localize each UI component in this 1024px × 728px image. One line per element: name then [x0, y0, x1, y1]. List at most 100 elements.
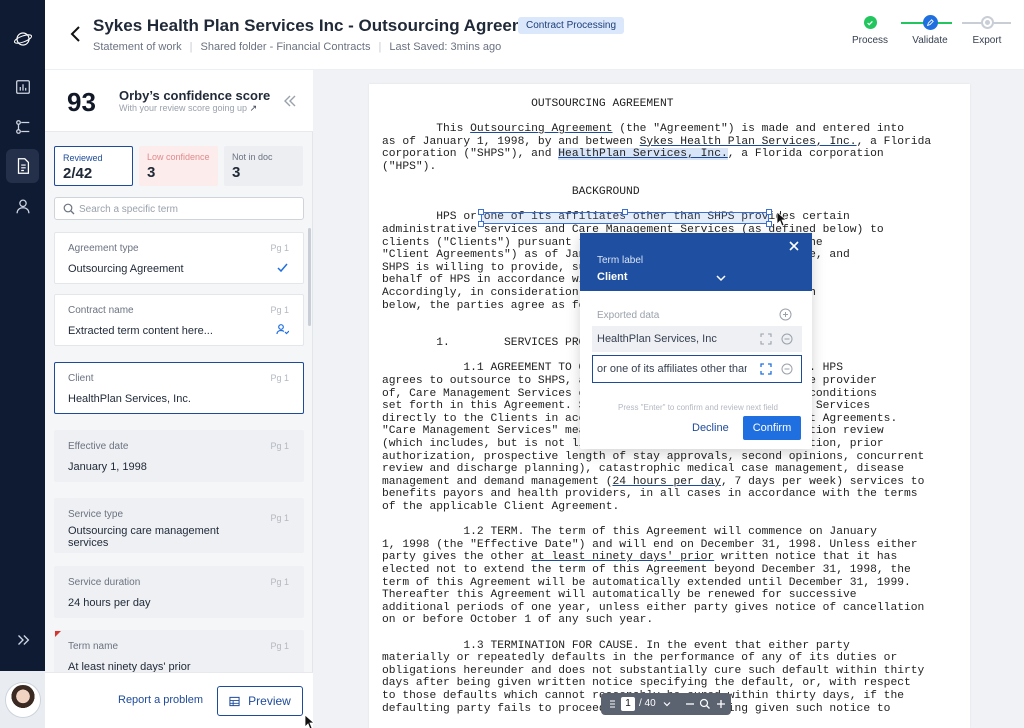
decline-button[interactable]: Decline	[692, 422, 729, 434]
expand-nav-icon[interactable]	[0, 623, 45, 657]
workflow-icon[interactable]	[0, 110, 45, 144]
add-circle-icon[interactable]	[779, 308, 792, 321]
page-menu-icon[interactable]	[606, 698, 618, 710]
exported-data-label: Exported data	[597, 310, 660, 321]
term-card-agreement-type[interactable]: Agreement type Pg 1 Outsourcing Agreemen…	[54, 232, 304, 284]
preview-button[interactable]: Preview	[217, 686, 303, 716]
stat-label: Not in doc	[232, 152, 273, 162]
review-panel: 93 Orby’s confidence score With your rev…	[45, 70, 313, 728]
folder-label[interactable]: Shared folder - Financial Contracts	[201, 41, 371, 53]
selection-handle[interactable]	[766, 221, 772, 227]
popup-header: Term label Client	[580, 233, 812, 291]
stat-label: Low confidence	[147, 152, 210, 162]
pencil-circle-icon	[922, 15, 938, 30]
page-total: / 40	[639, 698, 656, 709]
selected-text-highlight[interactable]	[478, 209, 772, 227]
step-validate[interactable]: Validate	[900, 15, 960, 46]
stat-value: 3	[232, 164, 241, 181]
term-value: Extracted term content here...	[68, 325, 213, 337]
step-process[interactable]: Process	[840, 16, 900, 46]
search-icon	[63, 203, 75, 215]
term-page: Pg 1	[270, 641, 289, 651]
back-arrow-icon[interactable]	[67, 24, 85, 44]
selection-handle[interactable]	[622, 209, 628, 215]
confidence-score-title: Orby’s confidence score	[119, 88, 271, 103]
orby-logo-icon[interactable]	[0, 22, 45, 56]
collapse-panel-icon[interactable]	[283, 94, 297, 108]
exported-value-input[interactable]	[597, 361, 747, 377]
selection-handle[interactable]	[766, 209, 772, 215]
remove-circle-icon[interactable]	[781, 363, 793, 375]
review-stats: Reviewed 2/42 Low confidence 3 Not in do…	[54, 146, 304, 186]
confirm-button[interactable]: Confirm	[743, 416, 801, 440]
expand-icon[interactable]	[760, 363, 772, 375]
stat-reviewed[interactable]: Reviewed 2/42	[54, 146, 133, 186]
confidence-score-subtitle: With your review score going up ↗	[119, 103, 258, 113]
status-badge: Contract Processing	[518, 17, 625, 34]
documents-icon[interactable]	[6, 149, 39, 183]
exported-value-row[interactable]: HealthPlan Services, Inc	[592, 326, 802, 352]
chevron-down-icon[interactable]	[716, 273, 726, 283]
term-label: Contract name	[68, 305, 134, 316]
term-label: Client	[68, 373, 94, 384]
zoom-out-icon[interactable]	[684, 698, 696, 710]
mouse-pointer-icon	[776, 211, 788, 227]
term-value: At least ninety days' prior	[68, 661, 191, 672]
term-page: Pg 1	[270, 577, 289, 587]
term-list-scrollbar[interactable]	[308, 228, 311, 326]
page-title: Sykes Health Plan Services Inc - Outsour…	[93, 16, 553, 35]
stat-not-in-doc[interactable]: Not in doc 3	[224, 146, 303, 186]
stat-low-confidence[interactable]: Low confidence 3	[139, 146, 218, 186]
zoom-icon[interactable]	[699, 698, 711, 710]
term-label-select[interactable]: Client	[597, 271, 628, 283]
close-icon[interactable]	[788, 240, 800, 252]
analytics-icon[interactable]	[0, 70, 45, 104]
step-label: Process	[851, 35, 889, 46]
term-card-effective-date[interactable]: Effective date Pg 1 January 1, 1998	[54, 430, 304, 482]
exported-value-edit-row	[592, 355, 802, 383]
pending-circle-icon	[980, 16, 994, 29]
term-card-contract-name[interactable]: Contract name Pg 1 Extracted term conten…	[54, 294, 304, 346]
left-nav-rail	[0, 0, 45, 728]
term-label: Service duration	[68, 577, 141, 588]
term-label: Agreement type	[68, 243, 139, 254]
user-profile-icon[interactable]	[0, 189, 45, 223]
chevron-down-icon[interactable]	[661, 698, 673, 710]
term-page: Pg 1	[270, 441, 289, 451]
stat-value: 3	[147, 164, 156, 181]
selection-handle[interactable]	[478, 209, 484, 215]
search-input[interactable]	[79, 200, 299, 218]
mouse-pointer-icon	[304, 714, 316, 728]
step-export[interactable]: Export	[957, 16, 1017, 46]
avatar-container[interactable]	[0, 671, 45, 728]
check-icon[interactable]	[276, 261, 289, 274]
remove-circle-icon[interactable]	[781, 333, 793, 345]
term-card-service-type[interactable]: Service type Pg 1 Outsourcing care manag…	[54, 498, 304, 553]
page-header: Sykes Health Plan Services Inc - Outsour…	[45, 0, 1024, 70]
term-value: 24 hours per day	[68, 597, 151, 609]
doc-type-label: Statement of work	[93, 41, 182, 53]
term-card-client[interactable]: Client Pg 1 HealthPlan Services, Inc.	[54, 362, 304, 414]
term-label: Effective date	[68, 441, 129, 452]
avatar[interactable]	[5, 682, 40, 717]
term-card-service-duration[interactable]: Service duration Pg 1 24 hours per day	[54, 566, 304, 618]
term-label: Term name	[68, 641, 119, 652]
progress-stepper: Process Validate Export	[849, 15, 1024, 56]
term-value: Outsourcing care management services	[68, 525, 220, 549]
selection-handle[interactable]	[478, 221, 484, 227]
term-list: Agreement type Pg 1 Outsourcing Agreemen…	[54, 232, 304, 672]
expand-icon[interactable]	[760, 333, 772, 345]
page-number-input[interactable]: 1	[621, 697, 635, 711]
term-value: Outsourcing Agreement	[68, 263, 184, 275]
term-value: HealthPlan Services, Inc.	[68, 393, 191, 405]
report-problem-link[interactable]: Report a problem	[118, 694, 203, 706]
breadcrumb: Statement of work | Shared folder - Financ…	[93, 41, 502, 53]
assign-user-icon[interactable]	[276, 323, 289, 336]
term-page: Pg 1	[270, 305, 289, 315]
confidence-score-card: 93 Orby’s confidence score With your rev…	[45, 70, 313, 132]
term-label: Service type	[68, 509, 124, 520]
term-card-term-name[interactable]: Term name Pg 1 At least ninety days' pri…	[54, 630, 304, 672]
panel-footer: Report a problem Preview	[45, 672, 313, 728]
zoom-in-icon[interactable]	[715, 698, 727, 710]
term-page: Pg 1	[270, 513, 289, 523]
